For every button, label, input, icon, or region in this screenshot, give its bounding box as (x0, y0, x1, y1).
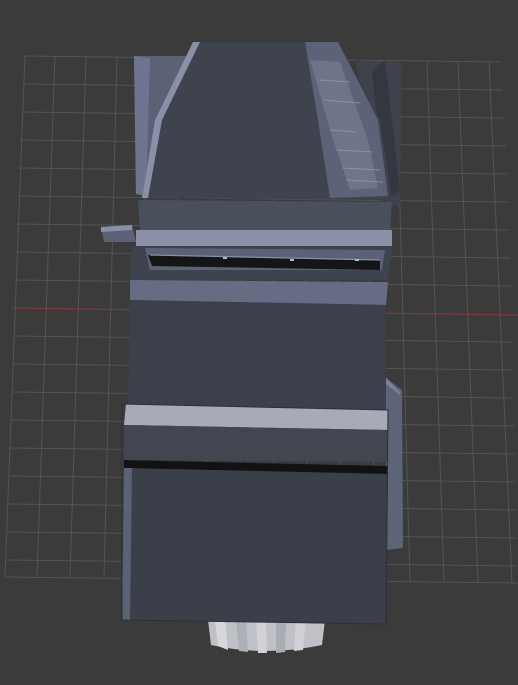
3d-viewport[interactable] (0, 0, 518, 685)
lower-body (122, 468, 388, 624)
scene-svg (0, 0, 518, 685)
right-bracket-lower (386, 378, 403, 550)
middle-block (124, 280, 388, 462)
jaw-block (130, 200, 392, 280)
side-knob (101, 225, 136, 242)
